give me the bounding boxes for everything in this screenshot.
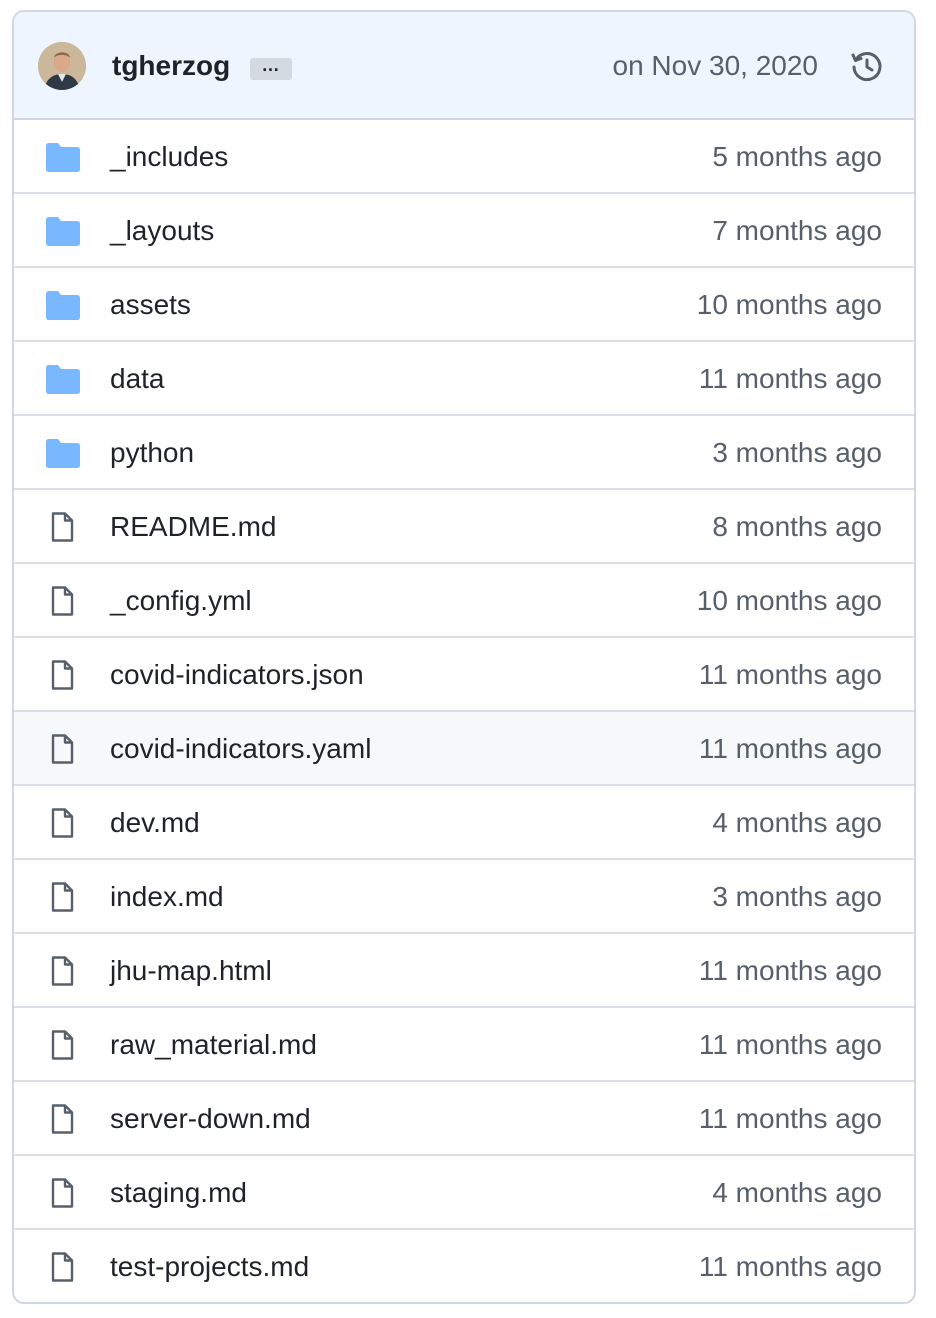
file-row[interactable]: data 11 months ago	[14, 342, 914, 416]
folder-link[interactable]: _layouts	[110, 213, 214, 249]
file-icon	[46, 1104, 80, 1134]
file-row[interactable]: assets 10 months ago	[14, 268, 914, 342]
commit-author[interactable]: tgherzog	[112, 48, 230, 84]
last-commit-age[interactable]: 8 months ago	[712, 509, 882, 545]
last-commit-age[interactable]: 11 months ago	[699, 657, 882, 693]
file-icon	[46, 1030, 80, 1060]
last-commit-age[interactable]: 11 months ago	[699, 1101, 882, 1137]
file-link[interactable]: raw_material.md	[110, 1027, 317, 1063]
file-row[interactable]: test-projects.md 11 months ago	[14, 1230, 914, 1302]
last-commit-age[interactable]: 11 months ago	[699, 1249, 882, 1285]
file-row[interactable]: jhu-map.html 11 months ago	[14, 934, 914, 1008]
file-link[interactable]: staging.md	[110, 1175, 247, 1211]
file-icon	[46, 808, 80, 838]
last-commit-age[interactable]: 3 months ago	[712, 879, 882, 915]
folder-link[interactable]: python	[110, 435, 194, 471]
file-row[interactable]: staging.md 4 months ago	[14, 1156, 914, 1230]
file-link[interactable]: covid-indicators.json	[110, 657, 364, 693]
last-commit-age[interactable]: 4 months ago	[712, 1175, 882, 1211]
file-link[interactable]: covid-indicators.yaml	[110, 731, 371, 767]
file-row[interactable]: _config.yml 10 months ago	[14, 564, 914, 638]
history-icon[interactable]	[850, 50, 884, 84]
last-commit-age[interactable]: 11 months ago	[699, 731, 882, 767]
file-icon	[46, 734, 80, 764]
folder-link[interactable]: _includes	[110, 139, 228, 175]
last-commit-age[interactable]: 11 months ago	[699, 953, 882, 989]
file-row[interactable]: dev.md 4 months ago	[14, 786, 914, 860]
file-row[interactable]: covid-indicators.yaml 11 months ago	[14, 712, 914, 786]
folder-icon	[46, 216, 80, 246]
file-link[interactable]: README.md	[110, 509, 276, 545]
folder-link[interactable]: assets	[110, 287, 191, 323]
file-row[interactable]: README.md 8 months ago	[14, 490, 914, 564]
file-link[interactable]: test-projects.md	[110, 1249, 309, 1285]
folder-icon	[46, 290, 80, 320]
file-row[interactable]: index.md 3 months ago	[14, 860, 914, 934]
latest-commit-bar: tgherzog … on Nov 30, 2020	[14, 12, 914, 120]
file-row[interactable]: server-down.md 11 months ago	[14, 1082, 914, 1156]
file-link[interactable]: index.md	[110, 879, 224, 915]
file-row[interactable]: raw_material.md 11 months ago	[14, 1008, 914, 1082]
file-icon	[46, 1178, 80, 1208]
file-browser: tgherzog … on Nov 30, 2020 _includes 5 mo…	[12, 10, 916, 1304]
folder-icon	[46, 438, 80, 468]
last-commit-age[interactable]: 11 months ago	[699, 361, 882, 397]
last-commit-age[interactable]: 10 months ago	[697, 287, 882, 323]
file-icon	[46, 1252, 80, 1282]
file-icon	[46, 512, 80, 542]
file-row[interactable]: python 3 months ago	[14, 416, 914, 490]
file-icon	[46, 660, 80, 690]
file-icon	[46, 882, 80, 912]
file-icon	[46, 956, 80, 986]
commit-date[interactable]: on Nov 30, 2020	[613, 48, 819, 84]
last-commit-age[interactable]: 3 months ago	[712, 435, 882, 471]
file-icon	[46, 586, 80, 616]
expand-commit-message-button[interactable]: …	[250, 56, 292, 80]
folder-link[interactable]: data	[110, 361, 165, 397]
file-link[interactable]: server-down.md	[110, 1101, 311, 1137]
file-link[interactable]: _config.yml	[110, 583, 252, 619]
file-row[interactable]: _layouts 7 months ago	[14, 194, 914, 268]
last-commit-age[interactable]: 10 months ago	[697, 583, 882, 619]
file-row[interactable]: _includes 5 months ago	[14, 120, 914, 194]
folder-icon	[46, 142, 80, 172]
file-link[interactable]: jhu-map.html	[110, 953, 272, 989]
last-commit-age[interactable]: 5 months ago	[712, 139, 882, 175]
file-link[interactable]: dev.md	[110, 805, 200, 841]
avatar[interactable]	[38, 42, 86, 90]
last-commit-age[interactable]: 11 months ago	[699, 1027, 882, 1063]
folder-icon	[46, 364, 80, 394]
file-list: _includes 5 months ago _layouts 7 months ag…	[14, 120, 914, 1302]
last-commit-age[interactable]: 7 months ago	[712, 213, 882, 249]
file-row[interactable]: covid-indicators.json 11 months ago	[14, 638, 914, 712]
last-commit-age[interactable]: 4 months ago	[712, 805, 882, 841]
